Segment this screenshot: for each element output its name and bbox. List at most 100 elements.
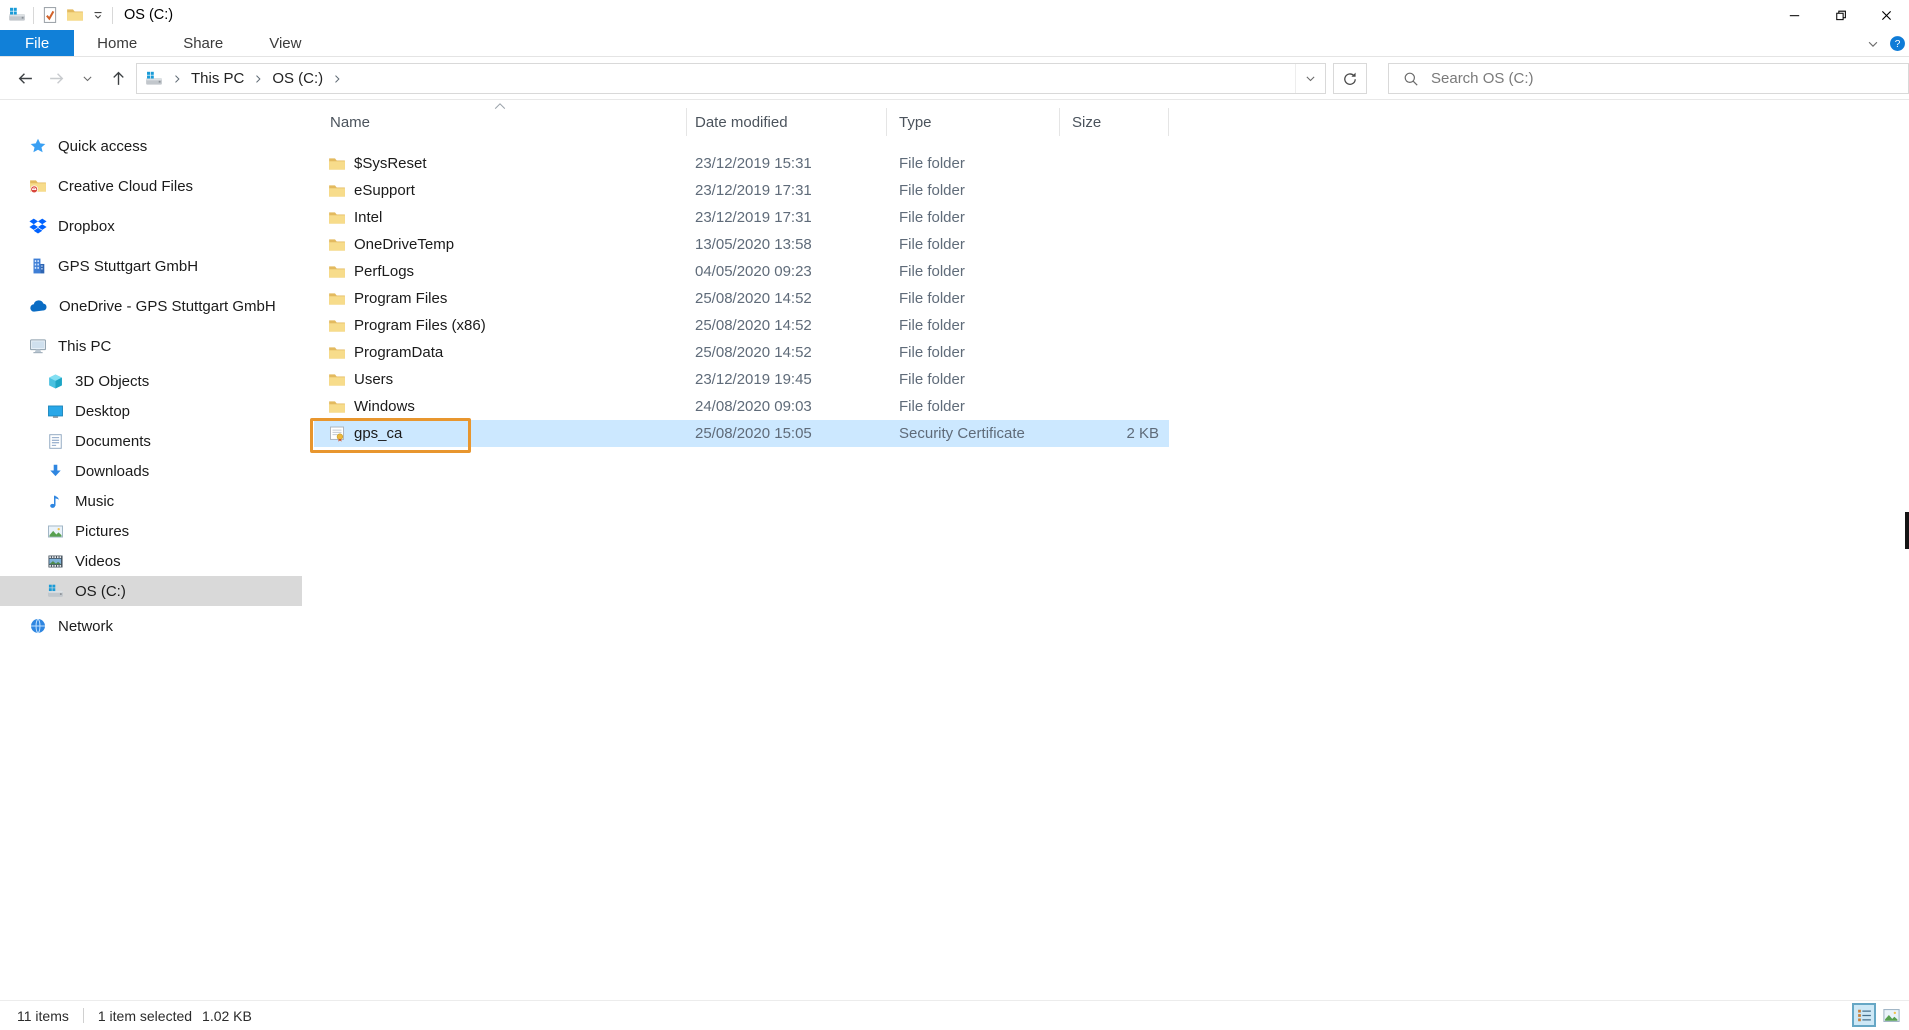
file-type: Security Certificate <box>887 420 1060 447</box>
file-name: $SysReset <box>354 155 427 172</box>
properties-quick-action-icon[interactable] <box>41 6 59 24</box>
sidebar-item-desktop[interactable]: Desktop <box>0 396 302 426</box>
tab-share[interactable]: Share <box>160 30 246 56</box>
sidebar-item-quick-access[interactable]: Quick access <box>0 126 302 166</box>
tab-home[interactable]: Home <box>74 30 160 56</box>
sidebar-item-onedrive[interactable]: OneDrive - GPS Stuttgart GmbH <box>0 286 302 326</box>
quick-access-star-icon <box>29 137 47 155</box>
column-header-type[interactable]: Type <box>887 108 1060 136</box>
column-header-date-modified[interactable]: Date modified <box>687 108 887 136</box>
tab-file[interactable]: File <box>0 30 74 56</box>
details-view-button[interactable] <box>1852 1003 1876 1027</box>
file-size <box>1060 339 1169 366</box>
tab-file-label: File <box>25 35 49 52</box>
file-size <box>1060 177 1169 204</box>
forward-button[interactable] <box>41 63 72 95</box>
window-title: OS (C:) <box>124 7 173 23</box>
restore-button[interactable] <box>1817 0 1863 30</box>
expand-ribbon-icon[interactable] <box>1866 37 1880 51</box>
dropbox-icon <box>29 217 47 235</box>
sidebar-item-dropbox[interactable]: Dropbox <box>0 206 302 246</box>
folder-icon <box>328 317 346 335</box>
divider <box>33 7 34 24</box>
restore-icon <box>1833 8 1848 23</box>
breadcrumb-this-pc[interactable]: This PC <box>185 64 250 93</box>
drive-icon <box>145 70 163 88</box>
sidebar-item-downloads[interactable]: Downloads <box>0 456 302 486</box>
breadcrumb-os-c[interactable]: OS (C:) <box>266 64 329 93</box>
sidebar-item-documents[interactable]: Documents <box>0 426 302 456</box>
file-row-intel[interactable]: Intel 23/12/2019 17:31 File folder <box>314 204 1169 231</box>
file-row-onedrivetemp[interactable]: OneDriveTemp 13/05/2020 13:58 File folde… <box>314 231 1169 258</box>
file-name: Intel <box>354 209 382 226</box>
file-date: 25/08/2020 14:52 <box>687 285 887 312</box>
customize-quick-access-toolbar-icon[interactable] <box>91 8 105 22</box>
selection-size: 1.02 KB <box>202 1008 252 1024</box>
search-input[interactable] <box>1431 70 1908 87</box>
large-icons-view-button[interactable] <box>1879 1003 1903 1027</box>
file-name: gps_ca <box>354 425 402 442</box>
sidebar-item-gps-stuttgart[interactable]: GPS Stuttgart GmbH <box>0 246 302 286</box>
sidebar-item-label: OneDrive - GPS Stuttgart GmbH <box>59 298 276 315</box>
new-folder-quick-action-icon[interactable] <box>66 6 84 24</box>
sidebar-item-music[interactable]: Music <box>0 486 302 516</box>
cursor-artifact <box>1905 512 1909 549</box>
sidebar-item-pictures[interactable]: Pictures <box>0 516 302 546</box>
minimize-icon <box>1787 8 1802 23</box>
title-bar: OS (C:) <box>0 0 1909 30</box>
tab-home-label: Home <box>97 35 137 52</box>
thumbnails-view-icon <box>1882 1006 1901 1025</box>
sidebar-item-network[interactable]: Network <box>0 606 302 646</box>
address-bar[interactable]: This PC OS (C:) <box>136 63 1326 94</box>
recent-locations-button[interactable] <box>72 63 103 95</box>
file-row-program-files[interactable]: Program Files 25/08/2020 14:52 File fold… <box>314 285 1169 312</box>
tab-view[interactable]: View <box>246 30 324 56</box>
sidebar-item-label: Quick access <box>58 138 147 155</box>
sidebar-item-creative-cloud-files[interactable]: Creative Cloud Files <box>0 166 302 206</box>
file-row-program-files-x86[interactable]: Program Files (x86) 25/08/2020 14:52 Fil… <box>314 312 1169 339</box>
file-row-esupport[interactable]: eSupport 23/12/2019 17:31 File folder <box>314 177 1169 204</box>
back-button[interactable] <box>10 63 41 95</box>
sidebar-item-label: Videos <box>75 553 121 570</box>
sidebar-item-os-c[interactable]: OS (C:) <box>0 576 302 606</box>
file-row-programdata[interactable]: ProgramData 25/08/2020 14:52 File folder <box>314 339 1169 366</box>
sidebar-item-videos[interactable]: Videos <box>0 546 302 576</box>
onedrive-cloud-icon <box>29 297 48 316</box>
file-date: 25/08/2020 14:52 <box>687 312 887 339</box>
help-icon[interactable] <box>1889 35 1906 52</box>
file-date: 23/12/2019 17:31 <box>687 204 887 231</box>
file-size <box>1060 393 1169 420</box>
breadcrumb-chevron-icon[interactable] <box>252 73 264 85</box>
file-date: 25/08/2020 15:05 <box>687 420 887 447</box>
file-name: Windows <box>354 398 415 415</box>
breadcrumb-chevron-icon[interactable] <box>331 73 343 85</box>
column-header-name[interactable]: Name <box>314 108 687 136</box>
address-dropdown-button[interactable] <box>1295 64 1325 93</box>
file-row-windows[interactable]: Windows 24/08/2020 09:03 File folder <box>314 393 1169 420</box>
up-button[interactable] <box>103 63 134 95</box>
navigation-pane: Quick access Creative Cloud Files Dropbo… <box>0 100 302 1000</box>
sidebar-item-label: 3D Objects <box>75 373 149 390</box>
file-rows: $SysReset 23/12/2019 15:31 File folder e… <box>314 150 1169 447</box>
items-count: 11 items <box>17 1008 69 1024</box>
details-view-icon <box>1856 1007 1873 1024</box>
file-name: eSupport <box>354 182 415 199</box>
column-header-size[interactable]: Size <box>1060 108 1169 136</box>
sidebar-item-3d-objects[interactable]: 3D Objects <box>0 366 302 396</box>
file-row-sysreset[interactable]: $SysReset 23/12/2019 15:31 File folder <box>314 150 1169 177</box>
refresh-button[interactable] <box>1333 63 1367 94</box>
search-box[interactable] <box>1388 63 1909 94</box>
folder-icon <box>328 371 346 389</box>
sidebar-item-this-pc[interactable]: This PC <box>0 326 302 366</box>
sidebar-item-label: Downloads <box>75 463 149 480</box>
close-icon <box>1879 8 1894 23</box>
file-type: File folder <box>887 285 1060 312</box>
file-name: Program Files <box>354 290 447 307</box>
file-row-users[interactable]: Users 23/12/2019 19:45 File folder <box>314 366 1169 393</box>
file-size <box>1060 150 1169 177</box>
breadcrumb-chevron-icon[interactable] <box>171 73 183 85</box>
minimize-button[interactable] <box>1771 0 1817 30</box>
file-row-gps-ca[interactable]: gps_ca 25/08/2020 15:05 Security Certifi… <box>314 420 1169 447</box>
close-button[interactable] <box>1863 0 1909 30</box>
file-row-perflogs[interactable]: PerfLogs 04/05/2020 09:23 File folder <box>314 258 1169 285</box>
